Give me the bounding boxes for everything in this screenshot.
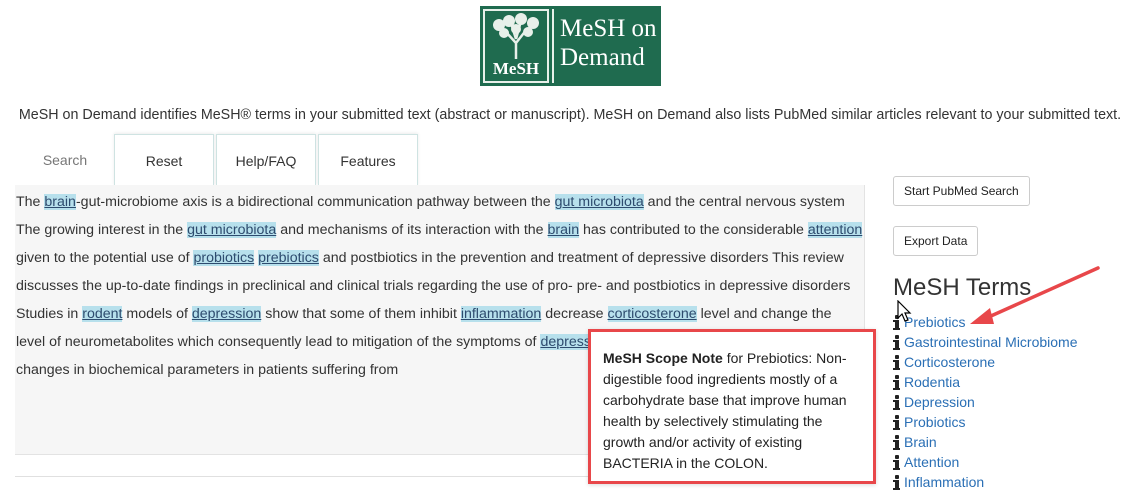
logo-line-2: Demand (560, 44, 645, 71)
highlight-gut-microbiota[interactable]: gut microbiota (187, 222, 277, 238)
tab-help-faq[interactable]: Help/FAQ (216, 134, 316, 186)
start-pubmed-search-button[interactable]: Start PubMed Search (893, 176, 1030, 206)
term-link-probiotics[interactable]: Probiotics (904, 414, 965, 430)
tree-icon (493, 13, 539, 59)
text-segment: decrease (541, 306, 608, 322)
list-item: Depression (893, 392, 1078, 412)
highlight-brain[interactable]: brain (547, 222, 580, 238)
tagline: MeSH on Demand identifies MeSH® terms in… (18, 107, 1122, 123)
highlight-prebiotics[interactable]: prebiotics (258, 250, 319, 266)
highlight-brain[interactable]: brain (44, 194, 76, 210)
tab-features[interactable]: Features (318, 134, 418, 186)
text-segment: The (16, 194, 45, 210)
highlight-gut-microbiota[interactable]: gut microbiota (554, 194, 644, 210)
term-link-prebiotics[interactable]: Prebiotics (904, 314, 965, 330)
scope-note-tooltip: MeSH Scope Note for Prebiotics: Non-dige… (588, 329, 876, 484)
info-icon[interactable] (893, 414, 901, 430)
logo-line-1: MeSH on (560, 15, 657, 42)
highlight-inflammation[interactable]: inflammation (460, 306, 542, 322)
list-item: Corticosterone (893, 352, 1078, 372)
mesh-terms-list: Prebiotics Gastrointestinal Microbiome C… (893, 312, 1078, 492)
info-icon[interactable] (893, 334, 901, 350)
mesh-on-demand-logo: MeSH MeSH on Demand (480, 6, 661, 86)
logo-wordmark: MeSH on Demand (554, 6, 661, 86)
highlight-depression[interactable]: depression (191, 306, 262, 322)
term-link-corticosterone[interactable]: Corticosterone (904, 354, 995, 370)
text-segment: models of (122, 306, 192, 322)
list-item: Inflammation (893, 472, 1078, 492)
tab-reset[interactable]: Reset (114, 134, 214, 186)
term-link-inflammation[interactable]: Inflammation (904, 474, 984, 490)
highlight-attention[interactable]: attention (807, 222, 863, 238)
term-link-gastrointestinal-microbiome[interactable]: Gastrointestinal Microbiome (904, 334, 1078, 350)
list-item: Rodentia (893, 372, 1078, 392)
info-icon[interactable] (893, 434, 901, 450)
text-segment: and mechanisms of its interaction with t… (276, 222, 548, 238)
term-link-depression[interactable]: Depression (904, 394, 975, 410)
term-link-rodentia[interactable]: Rodentia (904, 374, 960, 390)
text-segment: show that some of them inhibit (261, 306, 461, 322)
logo-mark-text: MeSH (492, 59, 540, 78)
info-icon[interactable] (893, 374, 901, 390)
export-data-button[interactable]: Export Data (893, 226, 979, 256)
info-icon[interactable] (893, 354, 901, 370)
text-segment: -gut-microbiome axis is a bidirectional … (75, 194, 555, 210)
scope-note-text: for Prebiotics: Non-digestible food ingr… (603, 350, 847, 471)
text-segment: has contributed to the considerable (579, 222, 808, 238)
highlight-rodent[interactable]: rodent (82, 306, 123, 322)
annotation-arrow-icon (970, 266, 1100, 324)
term-link-brain[interactable]: Brain (904, 434, 937, 450)
term-link-attention[interactable]: Attention (904, 454, 959, 470)
scope-note-label: MeSH Scope Note (603, 350, 723, 366)
info-icon[interactable] (893, 474, 901, 490)
highlight-corticosterone[interactable]: corticosterone (607, 306, 697, 322)
list-item: Probiotics (893, 412, 1078, 432)
highlight-probiotics[interactable]: probiotics (193, 250, 255, 266)
list-item: Brain (893, 432, 1078, 452)
info-icon[interactable] (893, 454, 901, 470)
mouse-cursor-icon (897, 300, 912, 322)
tree-logo-mark: MeSH (483, 9, 549, 83)
tab-search[interactable]: Search (16, 134, 114, 186)
text-segment: given to the potential use of (16, 250, 194, 266)
list-item: Attention (893, 452, 1078, 472)
list-item: Gastrointestinal Microbiome (893, 332, 1078, 352)
info-icon[interactable] (893, 394, 901, 410)
